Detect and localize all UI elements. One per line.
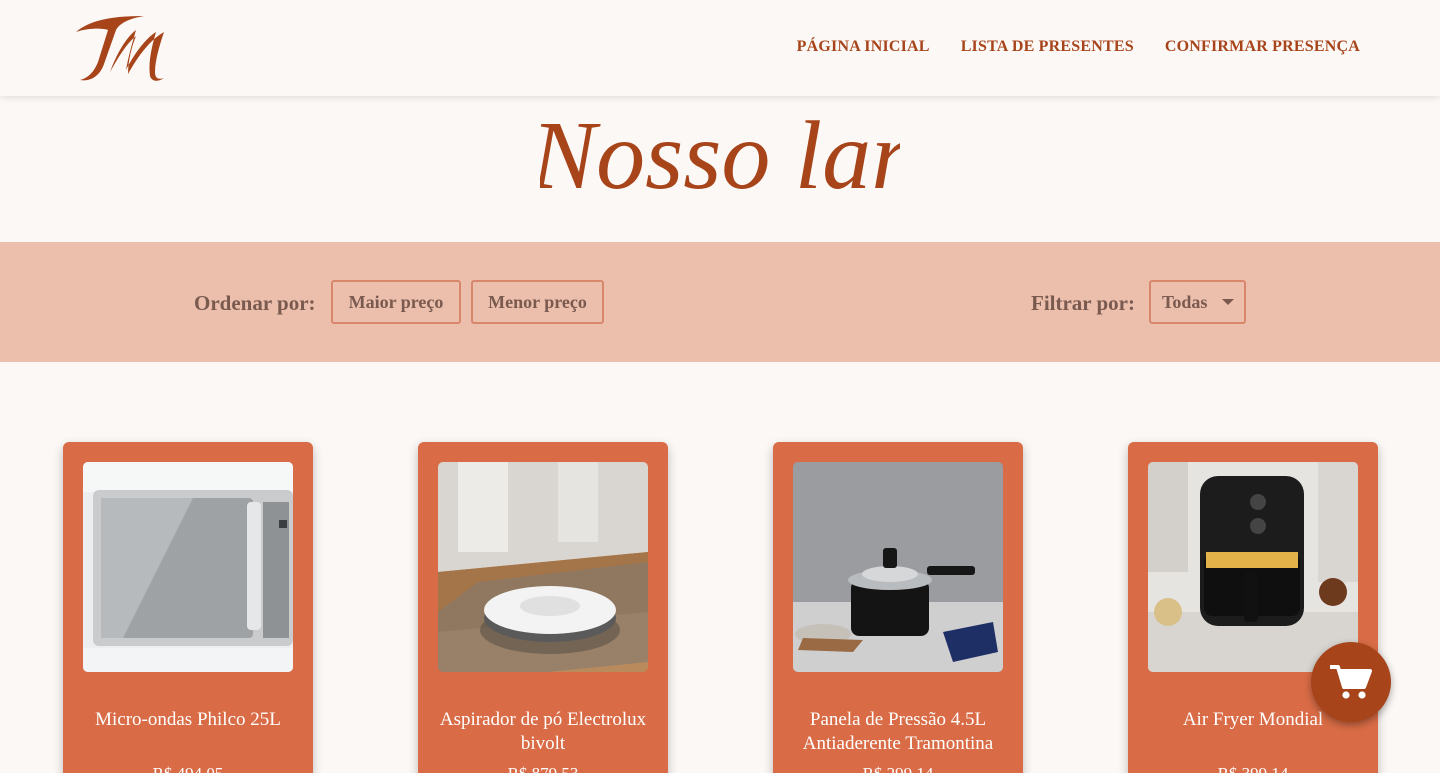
sort-lowest-price-button[interactable]: Menor preço: [471, 280, 604, 324]
page-title-area: Nosso lar: [0, 96, 1440, 242]
product-price: R$ 399,14: [1128, 764, 1378, 773]
shopping-cart-icon: [1330, 665, 1372, 699]
site-header: PÁGINA INICIAL LISTA DE PRESENTES CONFIR…: [0, 0, 1440, 96]
cart-button[interactable]: [1311, 642, 1391, 722]
product-name: Micro-ondas Philco 25L: [95, 709, 281, 730]
page-title-text: Nosso lar: [540, 102, 900, 210]
filter-bar: Ordenar por: Maior preço Menor preço Fil…: [0, 242, 1440, 362]
filter-label: Filtrar por:: [1031, 291, 1135, 315]
page-title: Nosso lar: [540, 102, 900, 210]
product-price: R$ 299,14: [773, 764, 1023, 773]
product-card[interactable]: Micro-ondas Philco 25L R$ 494,05: [63, 442, 313, 773]
product-name: Panela de Pressão 4.5L Antiaderente Tram…: [802, 709, 994, 754]
product-card[interactable]: Aspirador de pó Electrolux bivolt R$ 879…: [418, 442, 668, 773]
product-price: R$ 494,05: [63, 764, 313, 773]
monogram-logo[interactable]: [70, 10, 174, 86]
product-image-air-fryer[interactable]: [1148, 462, 1358, 672]
category-filter-dropdown[interactable]: Todas: [1149, 280, 1246, 324]
product-card[interactable]: Panela de Pressão 4.5L Antiaderente Tram…: [773, 442, 1023, 773]
product-card[interactable]: Air Fryer Mondial R$ 399,14: [1128, 442, 1378, 773]
sort-highest-price-button[interactable]: Maior preço: [331, 280, 461, 324]
product-image-pressure-cooker[interactable]: [793, 462, 1003, 672]
nav-link-gift-list[interactable]: LISTA DE PRESENTES: [961, 38, 1134, 56]
category-filter-value: Todas: [1162, 291, 1208, 312]
caret-down-icon: [1222, 299, 1234, 305]
nav-link-home[interactable]: PÁGINA INICIAL: [797, 38, 930, 56]
product-price: R$ 879,53: [418, 764, 668, 773]
sort-label: Ordenar por:: [194, 291, 316, 315]
main-nav: PÁGINA INICIAL LISTA DE PRESENTES CONFIR…: [797, 38, 1360, 56]
product-name: Aspirador de pó Electrolux bivolt: [439, 709, 647, 754]
nav-link-rsvp[interactable]: CONFIRMAR PRESENÇA: [1165, 38, 1360, 56]
product-image-microwave[interactable]: [83, 462, 293, 672]
product-image-robot-vacuum[interactable]: [438, 462, 648, 672]
